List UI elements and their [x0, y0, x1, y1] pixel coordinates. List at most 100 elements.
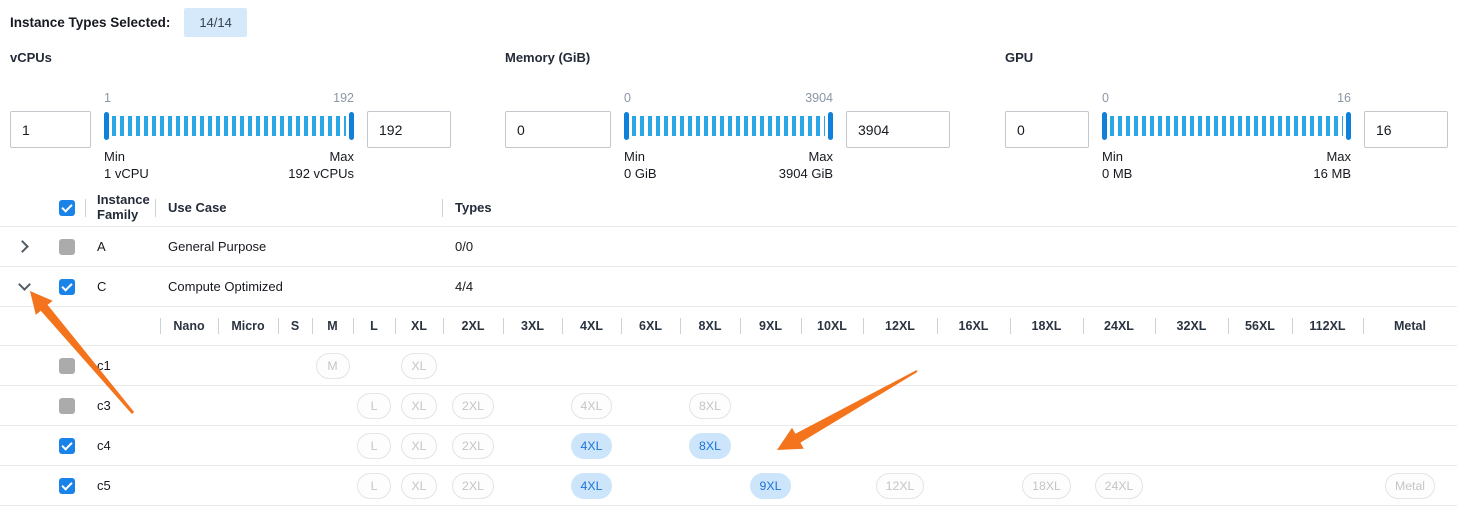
family-name-a: A [85, 239, 155, 254]
selected-count-label: Instance Types Selected: [10, 15, 170, 30]
size-col-6xl: 6XL [621, 319, 680, 333]
size-header-row: Nano Micro S M L XL 2XL 3XL 4XL 6XL 8XL … [0, 307, 1457, 346]
size-chip-c4-2xl[interactable]: 2XL [452, 433, 494, 459]
vcpus-min-input[interactable] [10, 111, 91, 148]
size-col-xl: XL [395, 319, 443, 333]
memory-range-min-label: 0 [624, 91, 631, 107]
size-chip-c4-xl[interactable]: XL [401, 433, 436, 459]
memory-filter-title: Memory (GiB) [505, 50, 950, 65]
size-chip-c1-m[interactable]: M [316, 353, 350, 379]
gpu-range-min-label: 0 [1102, 91, 1109, 107]
size-col-nano: Nano [160, 319, 218, 333]
size-col-12xl: 12XL [863, 319, 937, 333]
size-chip-c4-l[interactable]: L [357, 433, 391, 459]
vcpus-slider-max-handle[interactable] [349, 112, 354, 140]
memory-slider-max-handle[interactable] [828, 112, 833, 140]
size-col-4xl: 4XL [562, 319, 621, 333]
family-row-c: C Compute Optimized 4/4 [0, 267, 1457, 307]
size-col-112xl: 112XL [1292, 319, 1363, 333]
gpu-slider-min-handle[interactable] [1102, 112, 1107, 140]
size-col-56xl: 56XL [1228, 319, 1292, 333]
size-col-9xl: 9XL [740, 319, 801, 333]
size-chip-c3-2xl[interactable]: 2XL [452, 393, 494, 419]
gpu-max-input[interactable] [1364, 111, 1448, 148]
column-header-instance-family: Instance Family [85, 193, 155, 223]
size-col-2xl: 2XL [443, 319, 503, 333]
size-col-16xl: 16XL [937, 319, 1010, 333]
gpu-max-caption: Max [1313, 148, 1351, 165]
instance-checkbox-c3[interactable] [59, 398, 75, 414]
size-chip-c5-xl[interactable]: XL [401, 473, 436, 499]
size-chip-c5-2xl[interactable]: 2XL [452, 473, 494, 499]
size-chip-c3-xl[interactable]: XL [401, 393, 436, 419]
instance-family-name-c4: c4 [85, 438, 155, 453]
family-checkbox-c[interactable] [59, 279, 75, 295]
instance-row-c4: c4 L XL 2XL 4XL 8XL [0, 426, 1457, 466]
family-use-case-a: General Purpose [155, 239, 442, 254]
size-col-m: M [312, 319, 353, 333]
family-checkbox-a[interactable] [59, 239, 75, 255]
gpu-filter: GPU 0 16 Min 0 MB Max 16 MB [1005, 50, 1448, 182]
memory-slider-min-handle[interactable] [624, 112, 629, 140]
family-name-c: C [85, 279, 155, 294]
instance-checkbox-c1[interactable] [59, 358, 75, 374]
instance-table: Instance Family Use Case Types A General… [0, 190, 1457, 506]
size-col-8xl: 8XL [680, 319, 740, 333]
memory-range-slider: 0 3904 Min 0 GiB Max 3904 GiB [624, 91, 833, 182]
memory-max-caption: Max [779, 148, 833, 165]
size-chip-c1-xl[interactable]: XL [401, 353, 436, 379]
size-chip-c5-l[interactable]: L [357, 473, 391, 499]
vcpus-slider-min-handle[interactable] [104, 112, 109, 140]
size-chip-c5-24xl[interactable]: 24XL [1095, 473, 1144, 499]
size-chip-c4-8xl[interactable]: 8XL [689, 433, 731, 459]
memory-max-input[interactable] [846, 111, 950, 148]
vcpus-max-input[interactable] [367, 111, 451, 148]
selected-count-badge: 14/14 [184, 8, 247, 37]
size-chip-c3-l[interactable]: L [357, 393, 391, 419]
memory-max-detail: 3904 GiB [779, 165, 833, 182]
vcpus-min-caption: Min [104, 148, 149, 165]
instance-family-name-c5: c5 [85, 478, 155, 493]
instance-family-name-c3: c3 [85, 398, 155, 413]
select-all-checkbox[interactable] [59, 200, 75, 216]
instance-row-c3: c3 L XL 2XL 4XL 8XL [0, 386, 1457, 426]
gpu-slider-track [1102, 112, 1351, 140]
vcpus-filter-title: vCPUs [10, 50, 451, 65]
expand-toggle-c[interactable] [16, 279, 32, 295]
column-header-types: Types [442, 201, 1457, 216]
expand-toggle-a[interactable] [16, 239, 32, 255]
chevron-right-icon [16, 240, 29, 253]
size-col-micro: Micro [218, 319, 278, 333]
vcpus-max-detail: 192 vCPUs [288, 165, 354, 182]
instance-row-c1: c1 M XL [0, 346, 1457, 386]
gpu-min-input[interactable] [1005, 111, 1089, 148]
size-chip-c3-4xl[interactable]: 4XL [571, 393, 613, 419]
selected-count-bar: Instance Types Selected: 14/14 [10, 8, 247, 37]
size-chip-c5-9xl[interactable]: 9XL [750, 473, 792, 499]
size-chip-c5-metal[interactable]: Metal [1385, 473, 1435, 499]
size-chip-c3-8xl[interactable]: 8XL [689, 393, 731, 419]
size-chip-c5-18xl[interactable]: 18XL [1022, 473, 1071, 499]
instance-checkbox-c5[interactable] [59, 478, 75, 494]
size-col-24xl: 24XL [1083, 319, 1155, 333]
size-chip-c5-4xl[interactable]: 4XL [571, 473, 613, 499]
memory-slider-track [624, 112, 833, 140]
size-col-3xl: 3XL [503, 319, 562, 333]
chevron-down-icon [18, 278, 31, 291]
table-header-row: Instance Family Use Case Types [0, 190, 1457, 227]
gpu-filter-title: GPU [1005, 50, 1448, 65]
gpu-min-detail: 0 MB [1102, 165, 1132, 182]
memory-min-input[interactable] [505, 111, 611, 148]
size-chip-c4-4xl[interactable]: 4XL [571, 433, 613, 459]
gpu-range-max-label: 16 [1337, 91, 1351, 107]
gpu-slider-max-handle[interactable] [1346, 112, 1351, 140]
size-col-32xl: 32XL [1155, 319, 1228, 333]
family-types-count-c: 4/4 [442, 279, 1457, 294]
size-chip-c5-12xl[interactable]: 12XL [876, 473, 925, 499]
size-col-18xl: 18XL [1010, 319, 1083, 333]
gpu-max-detail: 16 MB [1313, 165, 1351, 182]
size-col-10xl: 10XL [801, 319, 863, 333]
instance-checkbox-c4[interactable] [59, 438, 75, 454]
slider-ticks [1110, 116, 1343, 136]
instance-row-c5: c5 L XL 2XL 4XL 9XL 12XL 18XL 24XL Metal [0, 466, 1457, 506]
